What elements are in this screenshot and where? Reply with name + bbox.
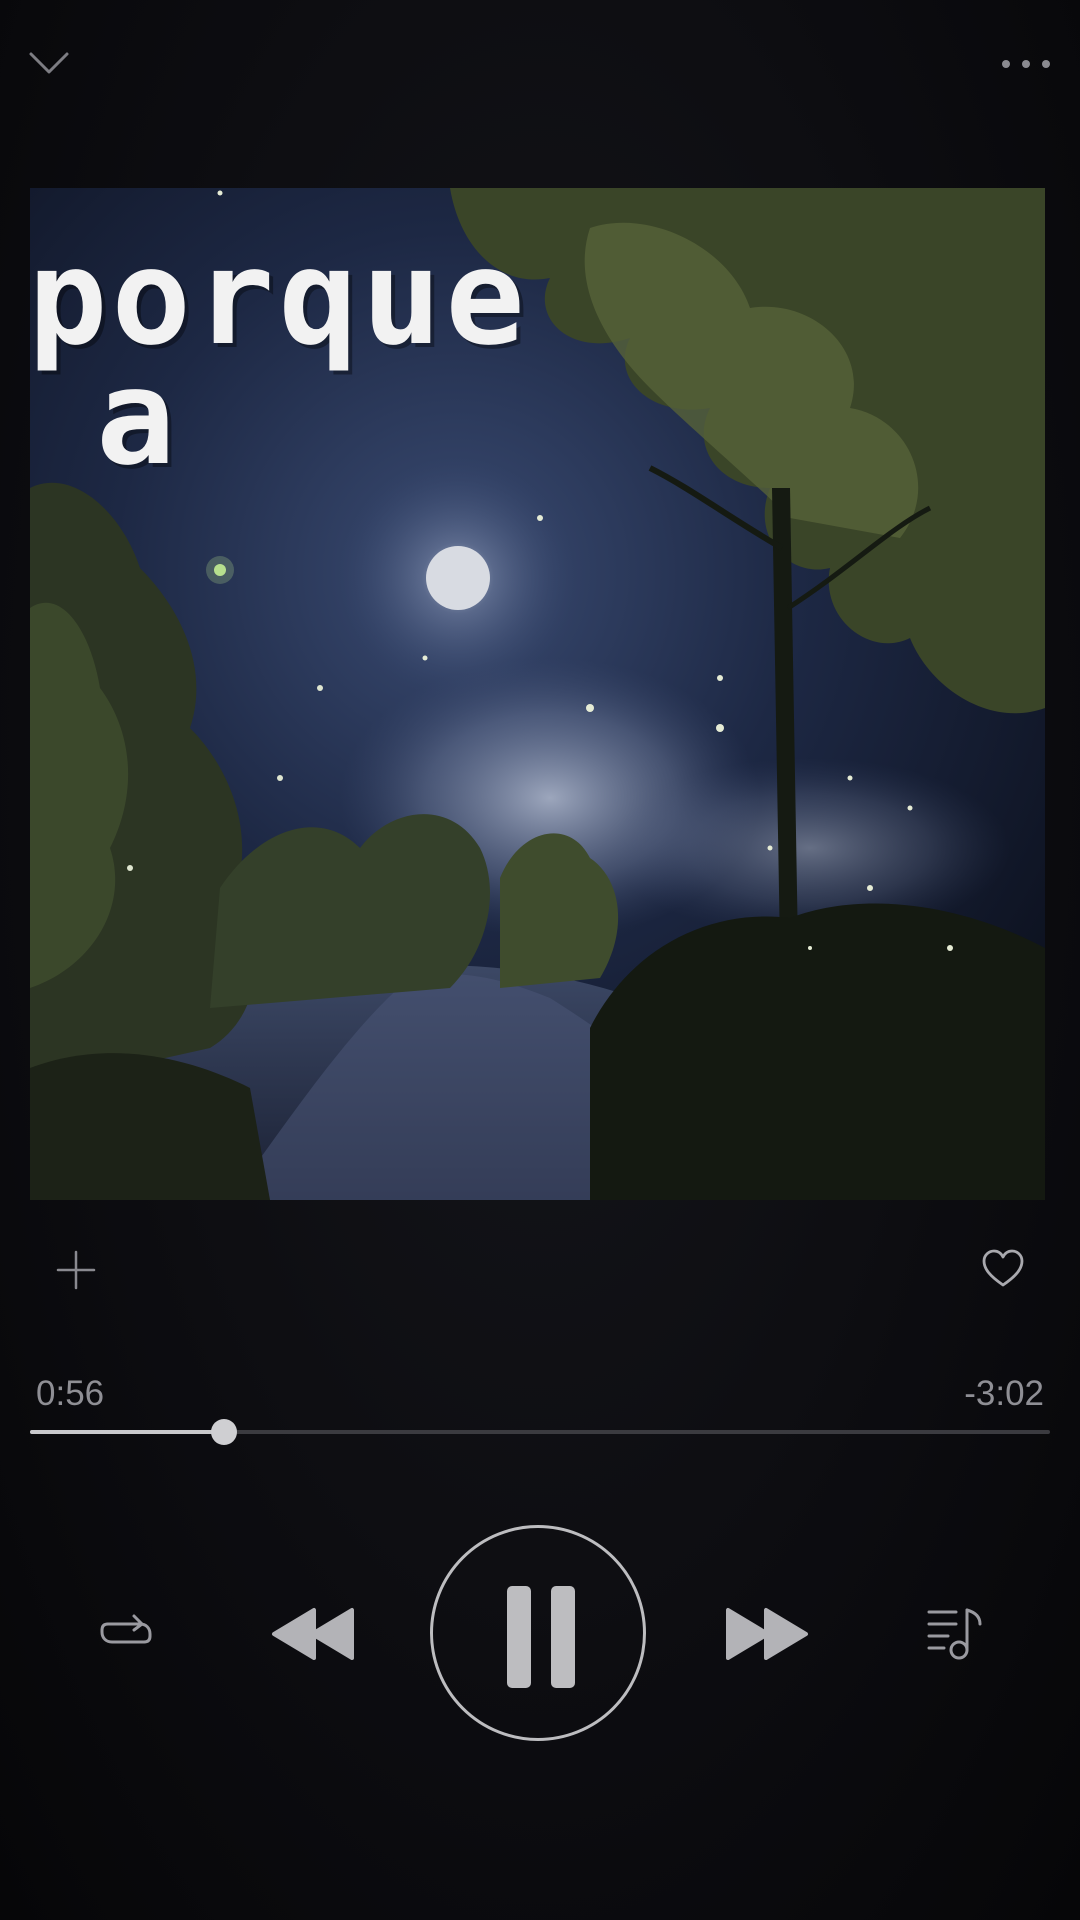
heart-outline-icon[interactable] [980, 1248, 1026, 1290]
pause-icon [551, 1586, 575, 1688]
progress-thumb[interactable] [210, 1419, 237, 1445]
more-horizontal-icon[interactable] [1000, 54, 1052, 74]
plus-icon[interactable] [54, 1248, 98, 1292]
remaining-time: -3:02 [964, 1374, 1044, 1413]
progress-fill [30, 1430, 224, 1434]
queue-music-icon[interactable] [926, 1604, 984, 1662]
elapsed-time: 0:56 [36, 1374, 105, 1413]
fast-forward-icon[interactable] [724, 1606, 810, 1662]
artwork-title-line2: a [96, 341, 180, 495]
repeat-icon[interactable] [94, 1606, 158, 1660]
progress-bar[interactable] [30, 1419, 1050, 1445]
chevron-down-icon[interactable] [28, 48, 70, 80]
pause-button[interactable] [430, 1525, 646, 1741]
pause-icon [507, 1586, 531, 1688]
now-playing-screen: porque a 0:56 -3:02 [0, 0, 1080, 1920]
rewind-icon[interactable] [270, 1606, 356, 1662]
